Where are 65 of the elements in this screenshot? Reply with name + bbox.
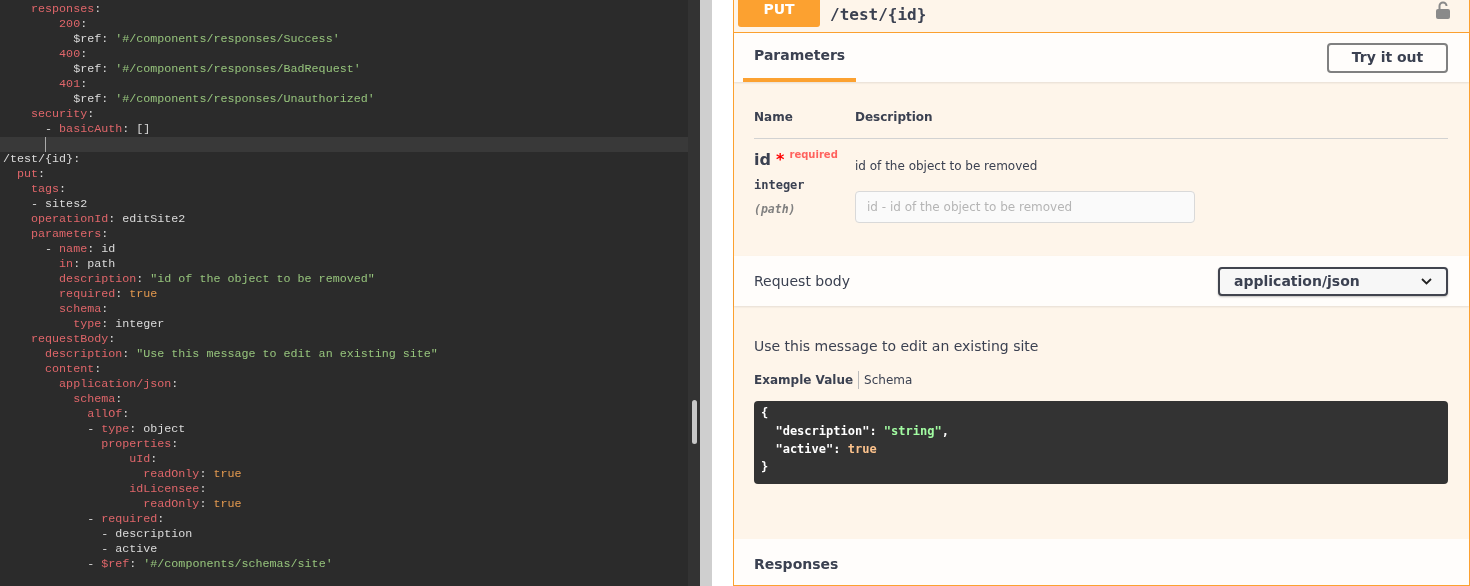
code-line: } (761, 459, 770, 476)
code-line: content: (44, 362, 103, 377)
code-line: type: integer (72, 317, 166, 332)
column-header: Description (855, 109, 933, 126)
code-line: readOnly: true (142, 467, 243, 482)
parameter-type: integer (754, 178, 805, 192)
code-line: parameters: (30, 227, 110, 242)
view-tab[interactable]: Example Value (754, 371, 860, 389)
code-line: description: "id of the object to be removed" (58, 272, 376, 287)
code-line: application/json: (58, 377, 180, 392)
parameter-description: id of the object to be removed (855, 159, 1038, 173)
code-line: 200: (58, 17, 89, 32)
code-line: in: path (58, 257, 117, 272)
try-it-out-button[interactable]: Try it out (1327, 42, 1448, 73)
code-line: - description (100, 527, 194, 542)
code-line: operationId: editSite2 (30, 212, 187, 227)
code-line: - sites2 (30, 197, 89, 212)
code-line: $ref: '#/components/responses/BadRequest' (72, 62, 362, 77)
code-line: - name: id (44, 242, 117, 257)
code-line: security: (30, 107, 96, 122)
content-type-dropdown[interactable]: application/json (1218, 266, 1448, 296)
text-cursor (45, 137, 46, 152)
required-label: required (789, 149, 838, 160)
code-line: - type: object (86, 422, 187, 437)
code-line: required: true (58, 287, 159, 302)
code-line: "active": true (774, 441, 878, 458)
section-tab[interactable]: Parameters (743, 33, 857, 82)
code-line: - required: (86, 512, 166, 527)
code-line: properties: (100, 437, 180, 452)
code-line: tags: (30, 182, 68, 197)
view-tab[interactable]: Schema (859, 371, 918, 389)
code-line: { (761, 405, 770, 422)
code-line: - $ref: '#/components/schemas/site' (86, 557, 334, 572)
code-line: description: "Use this message to edit an existing site" (44, 347, 439, 362)
code-line: 401: (58, 77, 89, 92)
body-description: Use this message to edit an existing site (754, 338, 1039, 354)
column-header: Name (754, 109, 794, 126)
padlock-icon[interactable] (1436, 1, 1450, 19)
code-line: uId: (128, 452, 159, 467)
code-line: readOnly: true (142, 497, 243, 512)
code-line: allOf: (86, 407, 131, 422)
code-line: 400: (58, 47, 89, 62)
code-line: schema: (58, 302, 110, 317)
code-line: idLicensee: (128, 482, 208, 497)
code-line: responses: (30, 2, 103, 17)
code-line: $ref: '#/components/responses/Unauthorized' (72, 92, 376, 107)
section-title: Request body (754, 271, 850, 291)
code-line: - active (100, 542, 159, 557)
code-line: "description": "string", (774, 423, 950, 440)
method-badge: PUT (738, 0, 820, 27)
code-line: put: (16, 167, 47, 182)
code-line: $ref: '#/components/responses/Success' (72, 32, 341, 47)
parameter-location: (path) (754, 202, 796, 216)
parameter-name: id (754, 150, 771, 169)
endpoint-path: /test/{id} (830, 4, 928, 26)
scrollbar[interactable] (688, 0, 700, 586)
input-field[interactable]: id - id of the object to be removed (855, 191, 1195, 223)
scrollbar-thumb[interactable] (692, 400, 697, 444)
code-line: - basicAuth: [] (44, 122, 152, 137)
caret-icon (1421, 277, 1432, 285)
section-title: Responses (754, 556, 839, 572)
code-line: /test/{id}: (2, 152, 82, 167)
code-line: requestBody: (30, 332, 117, 347)
code-line: schema: (72, 392, 124, 407)
required-asterisk: * (776, 150, 785, 169)
